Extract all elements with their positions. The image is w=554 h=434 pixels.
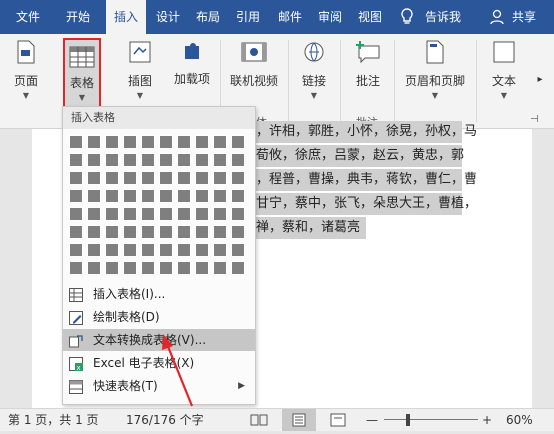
annotation-arrow [162,334,194,407]
word-count[interactable]: 176/176 个字 [126,409,204,431]
zoom-level[interactable]: 60% [506,409,533,431]
status-bar: 第 1 页，共 1 页 176/176 个字 — + 60% [0,408,554,431]
web-layout-icon[interactable] [330,409,346,431]
zoom-out-button[interactable]: — [366,409,378,431]
read-mode-icon[interactable] [250,409,268,431]
page-count[interactable]: 第 1 页，共 1 页 [8,409,99,431]
zoom-slider[interactable] [384,409,478,431]
zoom-in-button[interactable]: + [482,409,492,431]
print-layout-icon[interactable] [282,409,316,431]
